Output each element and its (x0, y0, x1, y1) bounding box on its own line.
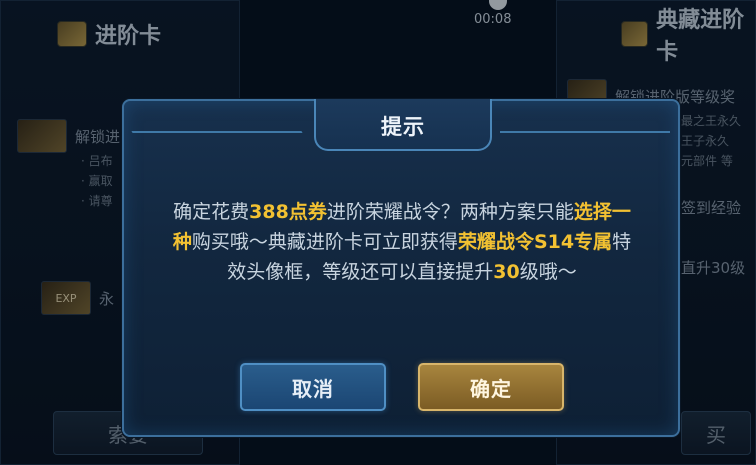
dialog-title-plate: 提示 (314, 99, 492, 151)
dialog-message: 确定花费388点券进阶荣耀战令？两种方案只能选择一种购买哦～典藏进阶卡可立即获得… (172, 201, 632, 283)
frame-ornament (131, 131, 303, 133)
confirm-dialog: 提示 确定花费388点券进阶荣耀战令？两种方案只能选择一种购买哦～典藏进阶卡可立… (122, 99, 680, 437)
frame-ornament (500, 131, 670, 133)
level-highlight: 30 (493, 261, 520, 283)
cost-highlight: 388点券 (249, 201, 327, 223)
reward-highlight: 荣耀战令S14专属 (457, 231, 613, 253)
cancel-button[interactable]: 取消 (240, 363, 386, 411)
dialog-title: 提示 (381, 115, 425, 139)
confirm-button[interactable]: 确定 (418, 363, 564, 411)
